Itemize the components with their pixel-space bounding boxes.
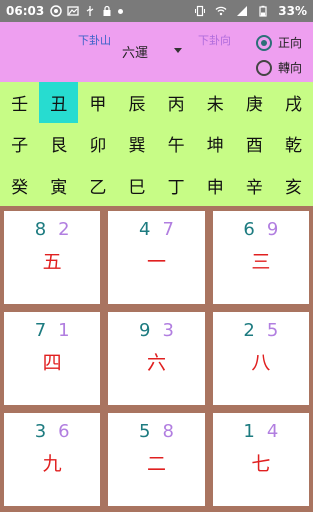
palace-numbers: 93 [108,320,204,341]
radio-forward[interactable]: 正向 [256,34,302,51]
mountain-cell[interactable]: 壬 [0,82,39,123]
radio-reverse-label: 轉向 [278,61,303,75]
radio-reverse[interactable]: 轉向 [256,59,302,76]
mountain-cell[interactable]: 丁 [157,165,196,206]
palace-numbers: 82 [4,219,100,240]
header-panel: 下卦山 六運 下卦向 正向 轉向 [0,22,313,82]
mountain-cell[interactable]: 甲 [78,82,117,123]
status-time: 06:03 [6,4,45,18]
facing-star-number: 2 [58,219,70,240]
mountain-cell[interactable]: 巳 [117,165,156,206]
facing-star-number: 8 [162,421,174,442]
mountain-cell[interactable]: 午 [157,123,196,164]
palace-cell: 82 五 [4,211,101,304]
mountain-cell[interactable]: 乾 [274,123,313,164]
vibrate-icon [195,5,206,17]
palace-numbers: 58 [108,421,204,442]
more-notifications-dot-icon [118,8,124,14]
mountain-cell[interactable]: 庚 [235,82,274,123]
mountain-star-number: 4 [139,219,151,240]
facing-star-number: 4 [266,421,279,442]
mountain-cell[interactable]: 辛 [235,165,274,206]
palace-cell: 47 一 [108,211,205,304]
period-star: 四 [42,352,62,374]
facing-star-number: 7 [162,219,174,240]
palace-cell: 58 二 [108,413,205,506]
status-right-group: 33% [194,4,307,18]
mountain-star-number: 8 [34,219,47,240]
wifi-icon [215,6,227,16]
battery-icon [259,5,267,17]
palace-cell: 93 六 [108,312,205,405]
period-star: 九 [42,453,62,475]
radio-unchecked-icon [256,59,272,76]
period-star: 八 [251,352,271,374]
mountain-cell[interactable]: 酉 [235,123,274,164]
period-star: 三 [251,251,271,273]
photo-notification-icon [67,6,79,16]
period-star: 二 [146,453,166,475]
palace-cell: 69 三 [212,211,309,304]
facing-star-number: 5 [266,320,279,341]
mountain-star-number: 2 [243,320,255,341]
period-star: 六 [146,352,166,374]
mountain-cell[interactable]: 艮 [39,123,78,164]
mountain-star-number: 3 [34,421,47,442]
period-star: 五 [42,251,62,273]
mountain-cell[interactable]: 未 [196,82,235,123]
mountain-star-number: 7 [34,320,47,341]
palace-cell: 36 九 [4,413,101,506]
palace-numbers: 14 [213,421,309,442]
down-mountain-label[interactable]: 下卦山 [78,32,111,48]
period-select[interactable]: 六運 [122,42,188,61]
facing-star-number: 3 [162,320,174,341]
mountain-cell[interactable]: 戌 [274,82,313,123]
mountain-cell[interactable]: 巽 [117,123,156,164]
dropdown-arrow-icon [174,48,182,53]
palace-cell: 14 七 [212,413,309,506]
mountain-star-number: 1 [243,421,255,442]
mountain-cell[interactable]: 子 [0,123,39,164]
palace-numbers: 25 [213,320,309,341]
mountain-cell[interactable]: 丙 [157,82,196,123]
mountain-cell[interactable]: 坤 [196,123,235,164]
palace-numbers: 69 [213,219,309,240]
radio-forward-label: 正向 [278,36,303,50]
mountain-cell[interactable]: 辰 [117,82,156,123]
mountain-cell[interactable]: 寅 [39,165,78,206]
palace-grid: 82 五 47 一 69 三 71 四 93 六 25 八 36 九 58 二 … [0,206,313,512]
mountain-cell[interactable]: 癸 [0,165,39,206]
usb-icon [86,6,94,16]
palace-cell: 25 八 [212,312,309,405]
palace-numbers: 47 [108,219,204,240]
mountain-star-number: 9 [139,320,151,341]
mountain-cell-selected[interactable]: 丑 [39,82,79,124]
down-direction-label[interactable]: 下卦向 [198,32,231,48]
lock-notification-icon [103,5,111,16]
mountain-cell[interactable]: 亥 [274,165,313,206]
status-bar: 06:03 33% [0,0,313,22]
period-select-value: 六運 [122,46,149,61]
palace-cell: 71 四 [4,312,101,405]
mountain-cell[interactable]: 卯 [78,123,117,164]
palace-numbers: 36 [4,421,100,442]
period-star: 一 [146,251,166,273]
facing-star-number: 1 [58,320,70,341]
app-notification-icon [50,5,62,17]
mountain-star-number: 5 [139,421,151,442]
signal-icon [237,6,248,16]
facing-star-number: 9 [266,219,279,240]
period-star: 七 [251,453,271,475]
battery-percent: 33% [278,4,307,18]
facing-star-number: 6 [58,421,70,442]
mountain-cell[interactable]: 申 [196,165,235,206]
mountain-cell[interactable]: 乙 [78,165,117,206]
mountain-star-number: 6 [243,219,255,240]
radio-checked-icon [256,34,272,51]
palace-numbers: 71 [4,320,100,341]
mountain-grid: 壬 丑 甲 辰 丙 未 庚 戌 子 艮 卯 巽 午 坤 酉 乾 癸 寅 乙 巳 … [0,82,313,206]
